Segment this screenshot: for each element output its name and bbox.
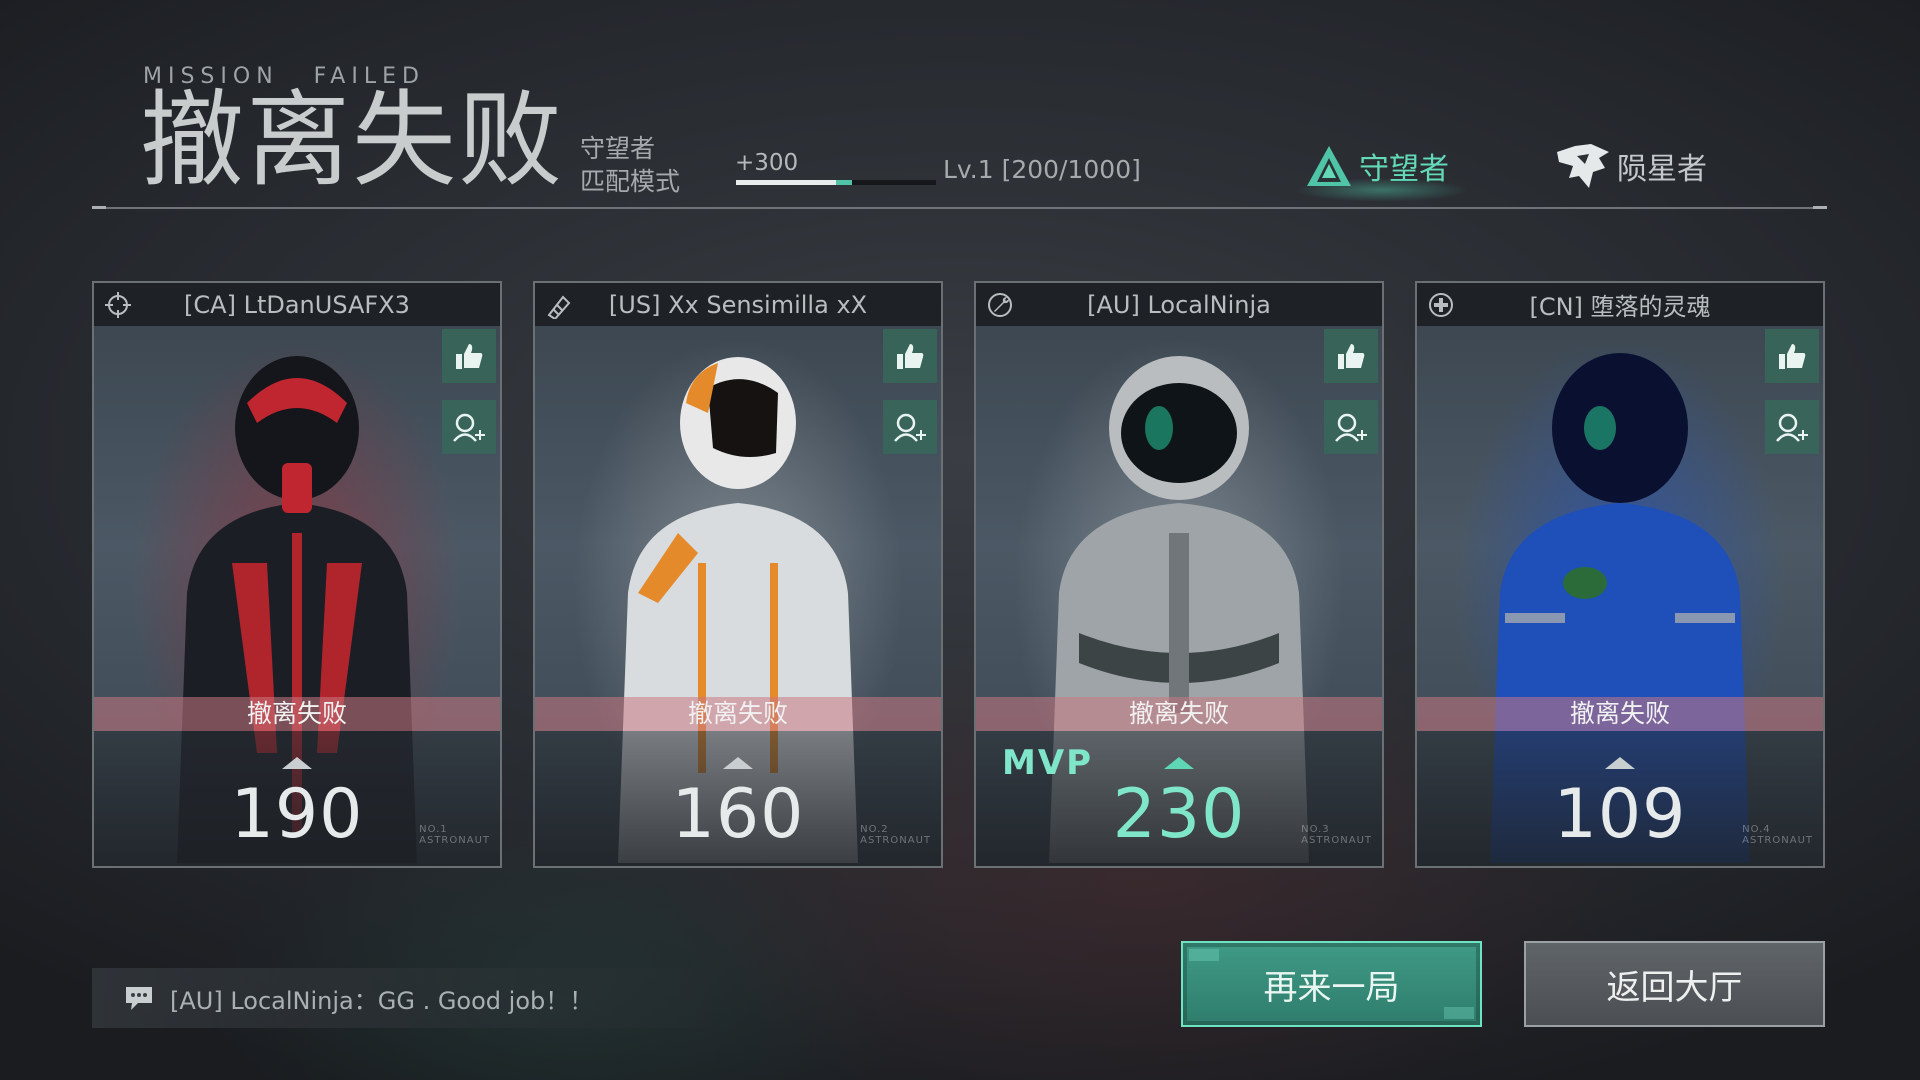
wrench-icon [988,293,1012,317]
add-friend-button[interactable] [883,400,937,454]
status-band: 撤离失败 [976,697,1382,731]
thumbs-up-icon [456,344,483,369]
player-name: [US] Xx Sensimilla xX [608,290,868,319]
faction-tab-watcher[interactable]: 守望者 [1295,142,1469,202]
like-button[interactable] [1324,329,1378,383]
mode-info: 守望者 匹配模式 [580,132,680,198]
crosshair-icon [105,292,131,318]
player-name: [AU] LocalNinja [1087,290,1271,319]
player-name-bar: [CA] LtDanUSAFX3 [94,283,500,326]
faction-label: 守望者 [1359,152,1449,187]
status-band: 撤离失败 [535,697,941,731]
watcher-triangle-icon [1307,146,1351,186]
add-friend-icon [1335,413,1367,442]
return-lobby-button[interactable]: 返回大厅 [1524,941,1825,1027]
faction-label: 陨星者 [1617,152,1707,187]
faction-mode-label: 守望者 [580,134,656,163]
status-band: 撤离失败 [94,697,500,731]
like-button[interactable] [442,329,496,383]
score-panel: 190 NO.1 ASTRONAUT [94,731,500,866]
add-friend-icon [1776,413,1808,442]
player-name-bar: [US] Xx Sensimilla xX [535,283,941,326]
score-up-arrow-icon [1605,757,1635,769]
player-number: NO.3 ASTRONAUT [1301,824,1372,846]
xp-gain-fill [836,180,852,185]
xp-progress-fill [736,180,836,185]
thumbs-up-icon [897,344,924,369]
player-card: [CA] LtDanUSAFX3 撤离失败 190 NO.1 ASTRONAUT [92,281,502,868]
match-mode-label: 匹配模式 [580,167,681,196]
like-button[interactable] [883,329,937,383]
chat-message-bar[interactable]: [AU] LocalNinja：GG . Good job！！ [92,968,712,1028]
play-again-button[interactable]: 再来一局 [1181,941,1482,1027]
meteor-wolf-icon [1557,144,1609,188]
player-number: NO.2 ASTRONAUT [860,824,931,846]
player-number: NO.1 ASTRONAUT [419,824,490,846]
add-friend-button[interactable] [1324,400,1378,454]
status-band: 撤离失败 [1417,697,1823,731]
faction-tab-meteor[interactable]: 陨星者 [1555,142,1707,190]
score-up-arrow-icon [1164,757,1194,769]
add-friend-button[interactable] [442,400,496,454]
xp-progress-bar [736,180,936,185]
score-panel: 160 NO.2 ASTRONAUT [535,731,941,866]
xp-gain-label: +300 [735,150,799,176]
header-divider [92,206,1827,209]
player-card: [US] Xx Sensimilla xX 撤离失败 160 NO.2 ASTR… [533,281,943,868]
page-title: 撤离失败 [140,79,565,201]
player-name: [CN] 堕落的灵魂 [1529,293,1711,321]
add-friend-icon [453,413,485,442]
score-up-arrow-icon [723,757,753,769]
like-button[interactable] [1765,329,1819,383]
player-name-bar: [CN] 堕落的灵魂 [1417,283,1823,326]
medic-cross-icon [1429,293,1453,317]
add-friend-icon [894,413,926,442]
score-panel: MVP 230 NO.3 ASTRONAUT [976,731,1382,866]
player-name: [CA] LtDanUSAFX3 [184,290,410,319]
player-card: [AU] LocalNinja 撤离失败 MVP 230 NO.3 ASTRON… [974,281,1384,868]
player-name-bar: [AU] LocalNinja [976,283,1382,326]
score-up-arrow-icon [282,757,312,769]
ammo-icon [547,295,571,319]
chat-bubble-icon [126,987,152,1010]
level-label: Lv.1 [200/1000] [943,155,1141,184]
thumbs-up-icon [1779,344,1806,369]
add-friend-button[interactable] [1765,400,1819,454]
chat-message: [AU] LocalNinja：GG . Good job！！ [170,986,594,1015]
thumbs-up-icon [1338,344,1365,369]
player-number: NO.4 ASTRONAUT [1742,824,1813,846]
player-card: [CN] 堕落的灵魂 撤离失败 109 NO.4 ASTRONAUT [1415,281,1825,868]
score-panel: 109 NO.4 ASTRONAUT [1417,731,1823,866]
